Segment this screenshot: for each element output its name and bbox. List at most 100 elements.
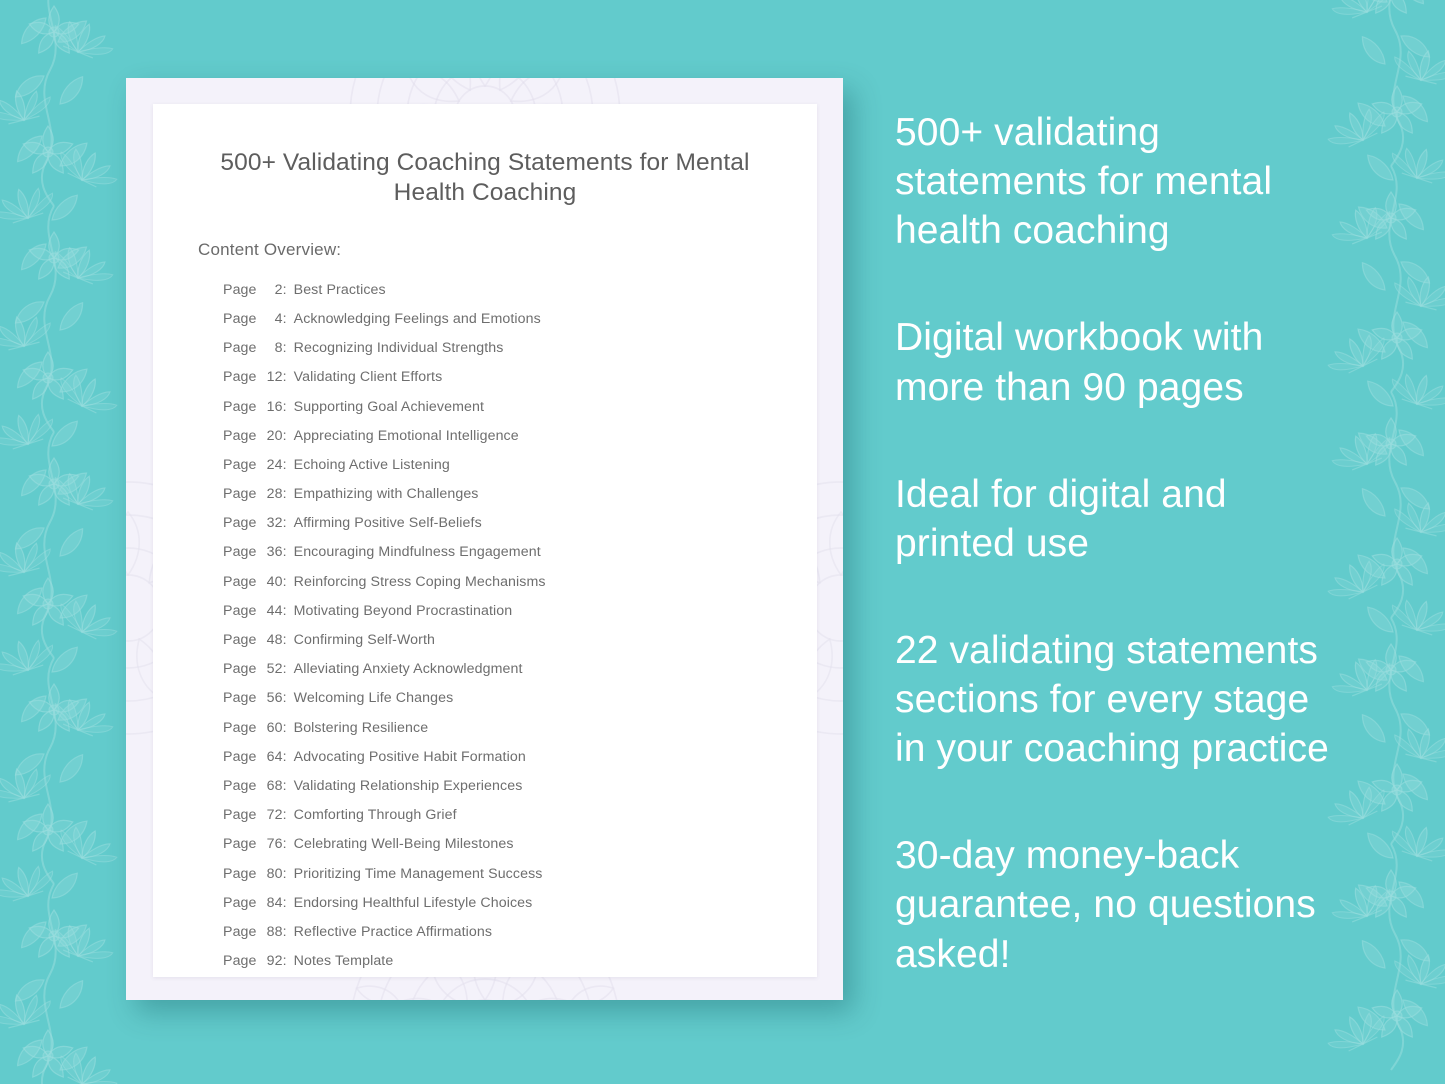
toc-separator: :: [282, 486, 287, 503]
table-of-contents: Page 2: Best Practices Page 4: Acknowledgin…: [153, 260, 817, 977]
toc-page-word: Page: [223, 456, 261, 473]
toc-separator: :: [282, 953, 287, 970]
table-of-contents-row[interactable]: Page 88: Reflective Practice Affirmations: [223, 918, 817, 947]
toc-section-title: Affirming Positive Self-Beliefs: [293, 515, 482, 532]
table-of-contents-row[interactable]: Page 52: Alleviating Anxiety Acknowledgme…: [223, 655, 817, 684]
toc-separator: :: [282, 690, 287, 707]
toc-page-number: 84: [266, 894, 283, 911]
toc-page-word: Page: [223, 661, 261, 678]
table-of-contents-row[interactable]: Page 40: Reinforcing Stress Coping Mechan…: [223, 568, 817, 597]
toc-page-number: 8: [274, 340, 283, 357]
toc-section-title: Reinforcing Stress Coping Mechanisms: [293, 573, 546, 590]
table-of-contents-row[interactable]: Page 92: Notes Template: [223, 947, 817, 976]
document-preview-card[interactable]: 500+ Validating Coaching Statements for …: [126, 78, 843, 1000]
table-of-contents-row[interactable]: Page 36: Encouraging Mindfulness Engageme…: [223, 538, 817, 567]
toc-separator: :: [282, 748, 287, 765]
toc-separator: :: [282, 398, 287, 415]
toc-section-title: Appreciating Emotional Intelligence: [293, 427, 519, 444]
content-overview-label: Content Overview:: [198, 239, 342, 259]
table-of-contents-row[interactable]: Page 12: Validating Client Efforts: [223, 363, 817, 392]
toc-section-title: Confirming Self-Worth: [293, 632, 436, 648]
toc-section-title: Welcoming Life Changes: [293, 690, 454, 707]
toc-page-number: 44: [266, 602, 283, 619]
toc-section-title: Acknowledging Feelings and Emotions: [293, 310, 541, 327]
toc-separator: :: [282, 632, 287, 648]
toc-section-title: Encouraging Mindfulness Engagement: [293, 544, 541, 561]
toc-page-number: 68: [266, 777, 283, 794]
toc-separator: :: [282, 923, 287, 940]
table-of-contents-row[interactable]: Page 56: Welcoming Life Changes: [223, 684, 817, 713]
table-of-contents-row[interactable]: Page 60: Bolstering Resilience: [223, 714, 817, 743]
toc-page-number: 4: [274, 310, 283, 327]
toc-section-title: Best Practices: [293, 281, 386, 298]
page-title: 500+ Validating Coaching Statements for …: [220, 149, 750, 206]
toc-page-word: Page: [223, 544, 261, 561]
toc-separator: :: [282, 515, 287, 532]
toc-page-word: Page: [223, 807, 261, 824]
table-of-contents-row[interactable]: Page 28: Empathizing with Challenges: [223, 480, 817, 509]
toc-page-word: Page: [223, 865, 261, 882]
table-of-contents-row[interactable]: Page 24: Echoing Active Listening: [223, 451, 817, 480]
toc-page-word: Page: [223, 719, 261, 736]
toc-page-number: 2: [274, 281, 283, 298]
toc-page-word: Page: [223, 953, 261, 970]
marketing-point: Ideal for digital and printed use: [895, 472, 1227, 565]
marketing-points: 500+ validating statements for mental he…: [895, 108, 1347, 979]
toc-page-word: Page: [223, 573, 261, 590]
table-of-contents-row[interactable]: Page 44: Motivating Beyond Procrastinatio…: [223, 597, 817, 626]
toc-page-word: Page: [223, 923, 261, 940]
toc-section-title: Alleviating Anxiety Acknowledgment: [293, 661, 523, 678]
toc-page-word: Page: [223, 281, 261, 298]
table-of-contents-row[interactable]: Page 32: Affirming Positive Self-Beliefs: [223, 509, 817, 538]
toc-separator: :: [282, 544, 287, 561]
toc-page-word: Page: [223, 340, 261, 357]
document-page: 500+ Validating Coaching Statements for …: [153, 104, 817, 977]
toc-page-number: 72: [266, 807, 283, 824]
toc-page-word: Page: [223, 836, 261, 853]
table-of-contents-row[interactable]: Page 64: Advocating Positive Habit Format…: [223, 743, 817, 772]
toc-page-number: 48: [266, 632, 283, 648]
table-of-contents-row[interactable]: Page 20: Appreciating Emotional Intellige…: [223, 422, 817, 451]
toc-section-title: Motivating Beyond Procrastination: [293, 602, 513, 619]
toc-section-title: Endorsing Healthful Lifestyle Choices: [293, 894, 533, 911]
toc-separator: :: [282, 281, 287, 298]
toc-separator: :: [282, 865, 287, 882]
toc-separator: :: [282, 719, 287, 736]
table-of-contents-row[interactable]: Page 84: Endorsing Healthful Lifestyle Ch…: [223, 889, 817, 918]
toc-page-word: Page: [223, 690, 261, 707]
toc-section-title: Reflective Practice Affirmations: [293, 923, 493, 940]
toc-page-number: 80: [266, 865, 283, 882]
table-of-contents-row[interactable]: Page 8: Recognizing Individual Strengths: [223, 334, 817, 363]
toc-section-title: Recognizing Individual Strengths: [293, 340, 504, 357]
table-of-contents-row[interactable]: Page 80: Prioritizing Time Management Suc…: [223, 860, 817, 889]
table-of-contents-row[interactable]: Page 72: Comforting Through Grief: [223, 801, 817, 830]
toc-separator: :: [282, 573, 287, 590]
toc-page-number: 40: [266, 573, 283, 590]
table-of-contents-row[interactable]: Page 68: Validating Relationship Experien…: [223, 772, 817, 801]
toc-page-word: Page: [223, 515, 261, 532]
table-of-contents-row[interactable]: Page 16: Supporting Goal Achievement: [223, 393, 817, 422]
table-of-contents-row[interactable]: Page 4: Acknowledging Feelings and Emotio…: [223, 305, 817, 334]
table-of-contents-row[interactable]: Page 76: Celebrating Well-Being Milestone…: [223, 830, 817, 859]
toc-separator: :: [282, 340, 287, 357]
toc-page-number: 56: [266, 690, 283, 707]
toc-page-number: 52: [266, 661, 283, 678]
toc-page-word: Page: [223, 486, 261, 503]
toc-section-title: Advocating Positive Habit Formation: [293, 748, 526, 765]
table-of-contents-row[interactable]: Page 2: Best Practices: [223, 276, 817, 305]
toc-separator: :: [282, 661, 287, 678]
table-of-contents-row[interactable]: Page 48: Confirming Self-Worth: [223, 626, 817, 655]
toc-section-title: Comforting Through Grief: [293, 807, 457, 824]
toc-page-word: Page: [223, 398, 261, 415]
toc-page-word: Page: [223, 894, 261, 911]
toc-section-title: Notes Template: [293, 953, 394, 970]
toc-page-word: Page: [223, 602, 261, 619]
toc-page-number: 32: [266, 515, 283, 532]
toc-page-number: 76: [266, 836, 283, 853]
toc-section-title: Prioritizing Time Management Success: [293, 865, 543, 882]
toc-section-title: Echoing Active Listening: [293, 456, 450, 473]
toc-page-word: Page: [223, 427, 261, 444]
toc-page-number: 60: [266, 719, 283, 736]
toc-section-title: Bolstering Resilience: [293, 719, 429, 736]
toc-page-word: Page: [223, 632, 261, 648]
